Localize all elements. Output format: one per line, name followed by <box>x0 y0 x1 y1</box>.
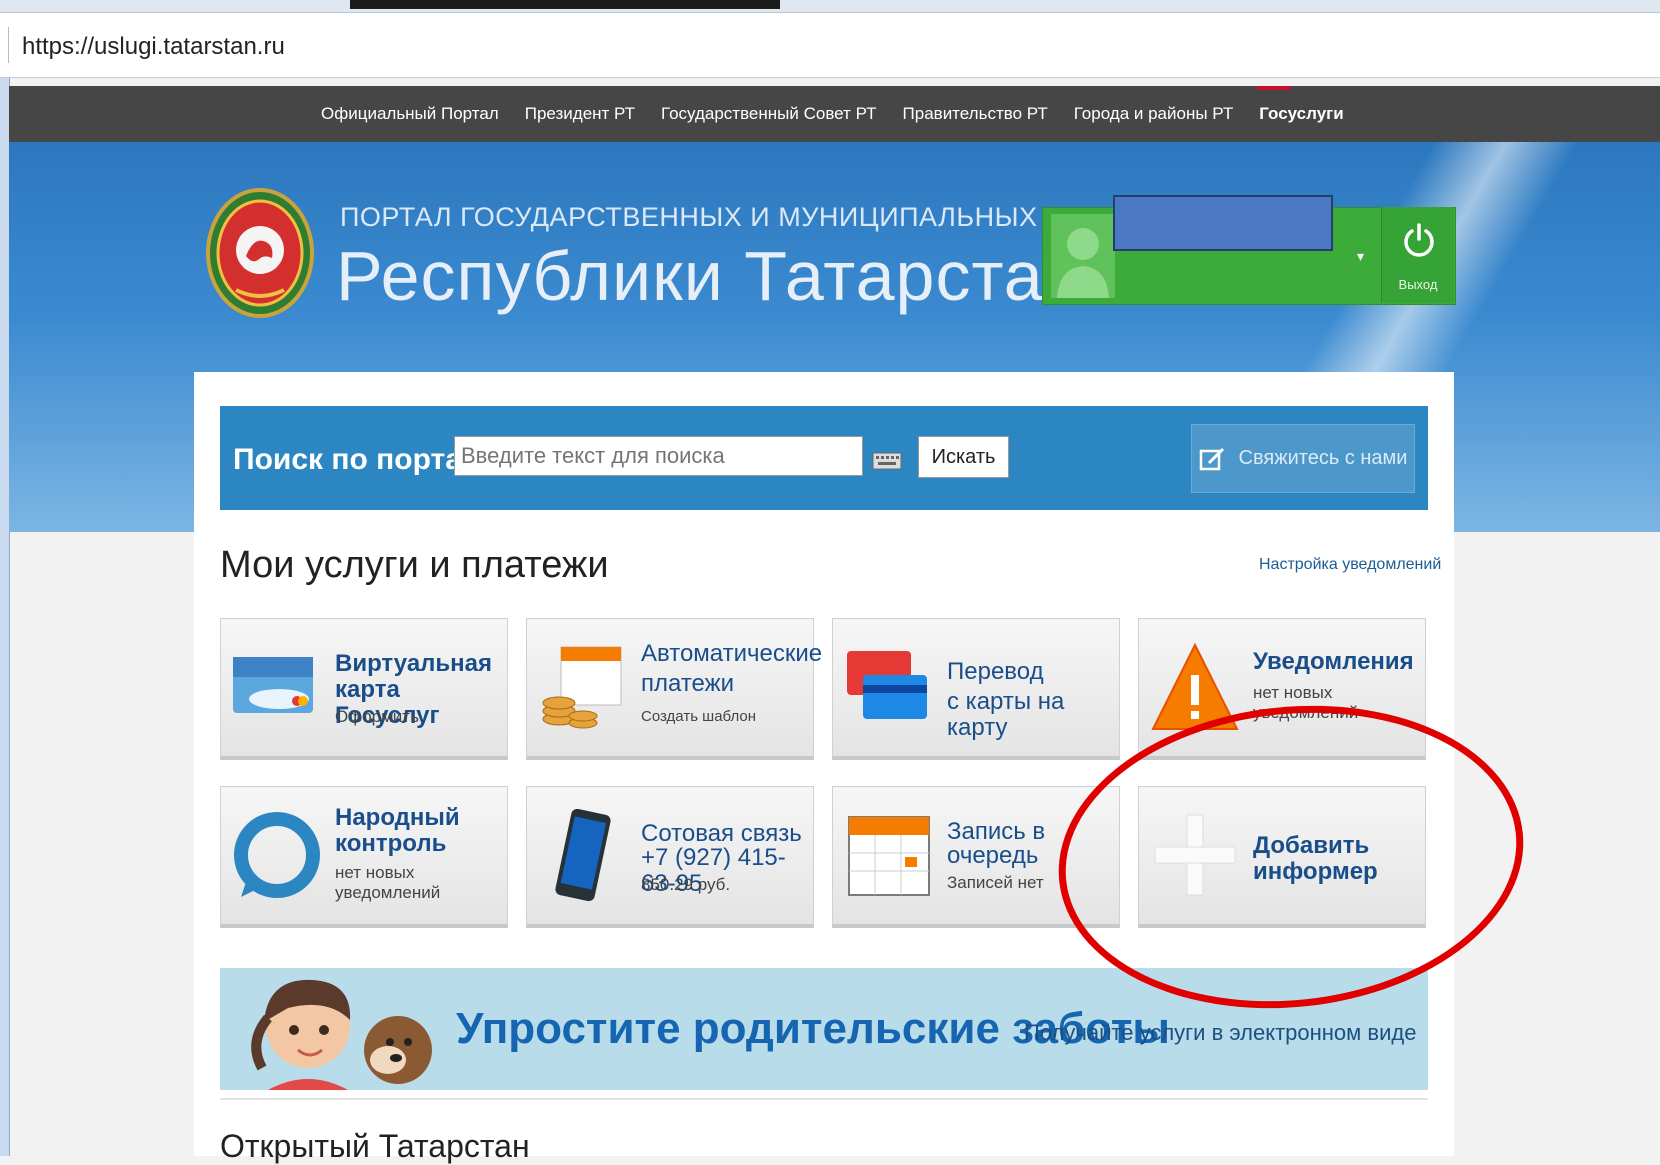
nav-state-council[interactable]: Государственный Совет РТ <box>661 104 877 124</box>
plus-icon <box>1154 814 1236 896</box>
nav-official-portal[interactable]: Официальный Портал <box>321 104 499 124</box>
tile-card-transfer[interactable]: Перевод с карты на карту <box>832 618 1120 760</box>
power-icon <box>1404 223 1434 257</box>
open-tatarstan-heading: Открытый Татарстан <box>220 1128 530 1164</box>
address-bar-divider <box>8 27 9 63</box>
tile-people-control[interactable]: Народный контроль нет новых уведомлений <box>220 786 508 928</box>
tile-auto-payments[interactable]: Автоматические платежи Создать шаблон <box>526 618 822 760</box>
tatarstan-emblem-icon[interactable] <box>206 186 314 320</box>
girl-and-dog-illustration <box>251 979 432 1090</box>
browser-top-strip <box>0 0 1660 13</box>
tile-subtitle: Записей нет <box>947 873 1044 892</box>
coins-calendar-icon <box>542 646 622 729</box>
warning-icon <box>1151 642 1239 730</box>
portal-subtitle: ПОРТАЛ ГОСУДАРСТВЕННЫХ И МУНИЦИПАЛЬНЫХ У… <box>340 202 1134 232</box>
nav-government[interactable]: Правительство РТ <box>903 104 1048 124</box>
tile-title: информер <box>1253 858 1378 885</box>
calendar-icon <box>848 816 930 896</box>
card-transfer-icon <box>847 651 927 719</box>
logout-label: Выход <box>1398 277 1438 292</box>
tile-title: платежи <box>641 670 735 697</box>
search-input[interactable] <box>454 436 863 476</box>
browser-tab-fragment <box>350 0 780 9</box>
keyboard-icon[interactable] <box>872 452 902 470</box>
tile-title: Перевод <box>947 658 1044 685</box>
services-section-title: Мои услуги и платежи <box>220 544 609 586</box>
logout-button[interactable]: Выход <box>1381 207 1454 303</box>
address-bar[interactable]: https://uslugi.tatarstan.ru <box>0 13 1660 78</box>
nav-cities-districts[interactable]: Города и районы РТ <box>1074 104 1234 124</box>
tile-title: Добавить <box>1253 832 1370 859</box>
tile-subtitle: нет новых <box>335 863 415 882</box>
tile-queue[interactable]: Запись в очередь Записей нет <box>832 786 1120 928</box>
tile-subtitle: уведомлений <box>335 883 441 902</box>
tile-title: с карты на карту <box>947 688 1065 741</box>
tile-title: Виртуальная <box>335 650 493 677</box>
section-divider <box>220 1098 1428 1100</box>
nav-president[interactable]: Президент РТ <box>525 104 635 124</box>
tile-subtitle: уведомлений <box>1253 703 1359 722</box>
tile-notifications[interactable]: Уведомления нет новых уведомлений <box>1138 618 1426 760</box>
promo-banner[interactable]: Упростите родительские заботы Получайте … <box>220 968 1428 1090</box>
portal-title: Республики Татарстан <box>336 237 1084 315</box>
card-icon <box>233 657 313 713</box>
address-url[interactable]: https://uslugi.tatarstan.ru <box>22 33 285 61</box>
tile-mobile[interactable]: Сотовая связь +7 (927) 415-63-95 850.29 … <box>526 786 814 928</box>
contact-us-label: Свяжитесь с нами <box>1238 447 1408 469</box>
redacted-user-info <box>1113 195 1333 251</box>
contact-us-button[interactable]: Свяжитесь с нами <box>1191 424 1415 493</box>
notification-settings-link[interactable]: Настройка уведомлений <box>1259 556 1441 574</box>
user-avatar-icon <box>1051 214 1115 298</box>
tile-title: Автоматические <box>641 640 823 667</box>
tile-add-informer[interactable]: Добавить информер <box>1138 786 1426 928</box>
tile-title: Уведомления <box>1253 648 1414 675</box>
tile-subtitle: 850.29 руб. <box>641 875 731 894</box>
phone-icon <box>555 809 611 901</box>
tile-subtitle: нет новых <box>1253 683 1333 702</box>
tile-subtitle: Оформить <box>335 707 419 726</box>
tile-title: Народный <box>335 804 460 831</box>
user-menu-chevron-icon[interactable]: ▾ <box>1357 248 1364 265</box>
tile-virtual-card[interactable]: Виртуальная карта Госуслуг Оформить <box>220 618 508 760</box>
tile-title: контроль <box>335 830 447 857</box>
search-button[interactable]: Искать <box>918 436 1009 478</box>
top-navigation: Официальный Портал Президент РТ Государс… <box>9 86 1660 142</box>
edit-icon <box>1199 447 1224 470</box>
tile-subtitle: Создать шаблон <box>641 708 757 725</box>
tile-title: очередь <box>947 842 1039 869</box>
chat-bubble-icon <box>234 812 320 898</box>
banner-subtitle: Получайте услуги в электронном виде <box>1024 1020 1417 1045</box>
nav-gosuslugi[interactable]: Госуслуги <box>1259 104 1343 124</box>
